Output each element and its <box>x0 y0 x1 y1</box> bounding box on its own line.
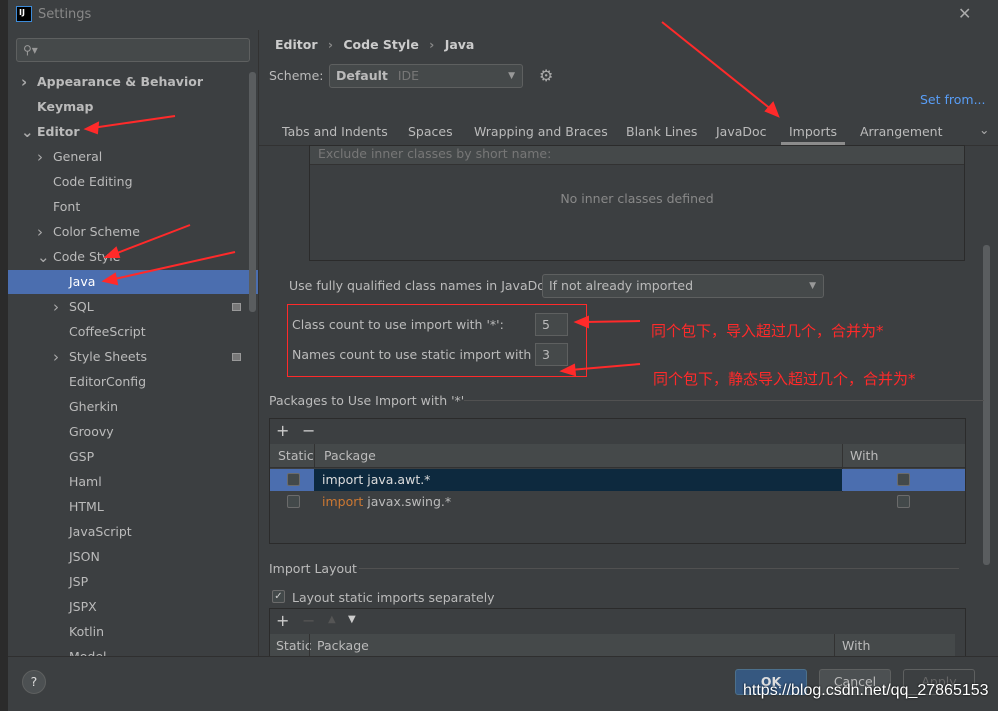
arrow-java <box>109 251 236 281</box>
annotation-arrows <box>83 21 780 377</box>
arrow-imports <box>661 21 773 111</box>
arrow-names-count <box>569 363 641 371</box>
arrow-class-count <box>583 320 641 323</box>
arrow-code-style <box>111 224 191 256</box>
arrow-editor <box>91 115 176 129</box>
